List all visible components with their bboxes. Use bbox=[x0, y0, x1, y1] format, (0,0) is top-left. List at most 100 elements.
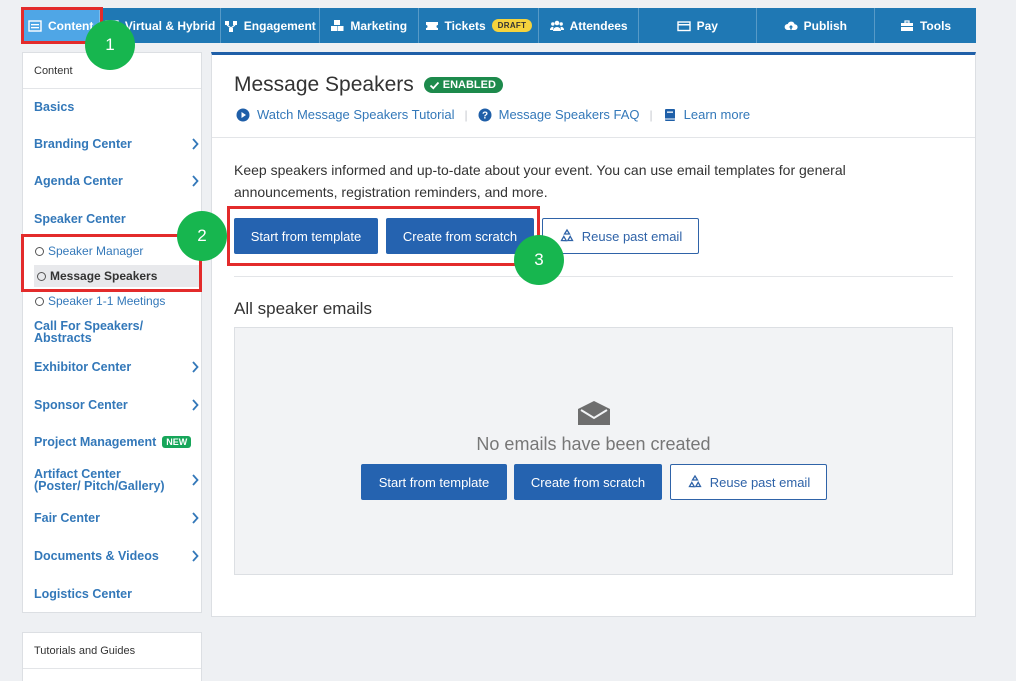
tutorial-link[interactable]: Watch Message Speakers Tutorial bbox=[236, 107, 455, 122]
nav-content-label: Content bbox=[48, 18, 94, 33]
sidebar-item-label: Artifact Center (Poster/ Pitch/Gallery) bbox=[34, 467, 165, 493]
svg-text:?: ? bbox=[482, 110, 488, 121]
faq-link-label: Message Speakers FAQ bbox=[498, 107, 640, 122]
sidebar-item-label: Branding Center bbox=[34, 137, 132, 151]
sidebar-item-exhibitor-center[interactable]: Exhibitor Center bbox=[34, 360, 199, 374]
learn-more-link[interactable]: Learn more bbox=[663, 107, 750, 122]
book-icon bbox=[664, 108, 675, 121]
sidebar-item-label: Basics bbox=[34, 100, 75, 114]
tutorial-link-label: Watch Message Speakers Tutorial bbox=[257, 107, 455, 122]
question-circle-icon: ? bbox=[478, 108, 492, 121]
status-badge: ENABLED bbox=[423, 77, 503, 93]
sidebar-item-agenda-center[interactable]: Agenda Center bbox=[34, 174, 199, 188]
chevron-right-icon bbox=[192, 512, 199, 524]
sidebar-subitem-speaker-meetings[interactable]: Speaker 1-1 Meetings bbox=[35, 294, 165, 308]
nav-attendees-label: Attendees bbox=[569, 18, 628, 33]
draft-badge: DRAFT bbox=[491, 19, 533, 32]
sidebar-item-logistics-center[interactable]: Logistics Center bbox=[34, 587, 199, 601]
annotation-marker-1: 1 bbox=[85, 20, 135, 70]
card-icon bbox=[676, 20, 691, 31]
circle-icon bbox=[35, 246, 44, 256]
nav-tools-label: Tools bbox=[919, 18, 952, 33]
faq-link[interactable]: ? Message Speakers FAQ bbox=[478, 107, 640, 122]
sidebar-item-sponsor-center[interactable]: Sponsor Center bbox=[34, 398, 199, 412]
sidebar-item-label: Sponsor Center bbox=[34, 398, 128, 412]
sidebar-item-fair-center[interactable]: Fair Center bbox=[34, 511, 199, 525]
nav-engagement-label: Engagement bbox=[243, 18, 316, 33]
sidebar-item-label: Agenda Center bbox=[34, 174, 123, 188]
learn-more-link-label: Learn more bbox=[683, 107, 751, 122]
button-label: Create from scratch bbox=[402, 228, 518, 244]
sidebar-subitem-speaker-manager[interactable]: Speaker Manager bbox=[35, 244, 143, 258]
sidebar-header[interactable]: Tutorials and Guides bbox=[23, 633, 201, 669]
sidebar-subitem-label: Message Speakers bbox=[50, 269, 158, 283]
toolbox-icon bbox=[900, 19, 913, 31]
button-label: Create from scratch bbox=[530, 474, 646, 490]
sidebar-subitem-label: Speaker Manager bbox=[48, 244, 144, 258]
page-title-text: Message Speakers bbox=[234, 73, 414, 96]
sidebar-item-label: Call For Speakers/ Abstracts bbox=[34, 319, 144, 345]
section-divider bbox=[234, 276, 953, 277]
chevron-right-icon bbox=[192, 175, 199, 187]
recycle-icon bbox=[688, 474, 702, 488]
empty-state: No emails have been created Start from t… bbox=[234, 327, 953, 575]
recycle-icon bbox=[560, 228, 574, 242]
sidebar-subitem-label: Speaker 1-1 Meetings bbox=[48, 294, 166, 308]
sidebar-item-basics[interactable]: Basics bbox=[34, 100, 199, 114]
tutorials-sidebar: Tutorials and Guides bbox=[22, 632, 202, 681]
cubes-icon bbox=[331, 19, 344, 31]
header-divider bbox=[212, 137, 975, 138]
nav-virtual-hybrid-label: Virtual & Hybrid bbox=[124, 18, 216, 33]
nav-publish[interactable]: Publish bbox=[757, 8, 876, 43]
nav-tools[interactable]: Tools bbox=[875, 8, 976, 43]
create-from-scratch-button[interactable]: Create from scratch bbox=[386, 218, 534, 254]
chevron-right-icon bbox=[192, 361, 199, 373]
nav-pay[interactable]: Pay bbox=[639, 8, 757, 43]
content-sidebar: Content Basics Branding Center Agenda Ce… bbox=[22, 52, 202, 613]
ticket-icon bbox=[425, 21, 438, 30]
top-navigation: Content Virtual & Hybrid Engagement Mark… bbox=[22, 8, 976, 43]
sidebar-item-branding-center[interactable]: Branding Center bbox=[34, 137, 199, 151]
chevron-right-icon bbox=[192, 550, 199, 562]
nav-engagement[interactable]: Engagement bbox=[221, 8, 320, 43]
page-description: Keep speakers informed and up-to-date ab… bbox=[234, 162, 846, 200]
chevron-right-icon bbox=[192, 399, 199, 411]
network-icon bbox=[224, 20, 237, 32]
main-panel: Message Speakers ENABLED Watch Message S… bbox=[211, 52, 976, 617]
empty-start-from-template-button[interactable]: Start from template bbox=[361, 464, 507, 500]
button-label: Start from template bbox=[250, 228, 362, 244]
sidebar-item-label: Documents & Videos bbox=[34, 549, 159, 563]
sidebar-item-call-for-speakers[interactable]: Call For Speakers/ Abstracts bbox=[34, 319, 144, 345]
new-badge: NEW bbox=[162, 436, 192, 448]
empty-create-from-scratch-button[interactable]: Create from scratch bbox=[514, 464, 662, 500]
start-from-template-button[interactable]: Start from template bbox=[234, 218, 378, 254]
sidebar-item-documents-videos[interactable]: Documents & Videos bbox=[34, 549, 199, 563]
sidebar-item-project-management[interactable]: Project Management NEW bbox=[34, 435, 199, 449]
envelope-icon bbox=[578, 401, 610, 425]
button-label: Reuse past email bbox=[709, 474, 811, 490]
users-icon bbox=[549, 20, 564, 31]
nav-tickets-label: Tickets bbox=[444, 18, 486, 33]
sidebar-item-label: Logistics Center bbox=[34, 587, 132, 601]
chevron-right-icon bbox=[192, 138, 199, 150]
sidebar-item-speaker-center[interactable]: Speaker Center bbox=[34, 212, 199, 226]
reuse-past-email-button[interactable]: Reuse past email bbox=[542, 218, 699, 254]
nav-attendees[interactable]: Attendees bbox=[539, 8, 640, 43]
nav-marketing[interactable]: Marketing bbox=[320, 8, 419, 43]
sidebar-item-label: Exhibitor Center bbox=[34, 360, 132, 374]
chevron-right-icon bbox=[192, 474, 199, 486]
sidebar-item-artifact-center[interactable]: Artifact Center (Poster/ Pitch/Gallery) bbox=[34, 468, 199, 492]
play-circle-icon bbox=[236, 108, 250, 121]
section-title: All speaker emails bbox=[234, 299, 372, 318]
sidebar-item-label: Project Management bbox=[34, 435, 157, 449]
nav-pay-label: Pay bbox=[696, 18, 718, 33]
content-icon bbox=[28, 19, 42, 32]
empty-state-text: No emails have been created bbox=[476, 434, 711, 454]
annotation-marker-2: 2 bbox=[177, 211, 227, 261]
empty-reuse-past-email-button[interactable]: Reuse past email bbox=[670, 464, 827, 500]
sidebar-subitem-message-speakers[interactable]: Message Speakers bbox=[34, 265, 200, 287]
nav-tickets[interactable]: Tickets DRAFT bbox=[419, 8, 540, 43]
nav-marketing-label: Marketing bbox=[350, 18, 408, 33]
status-badge-label: ENABLED bbox=[442, 79, 496, 91]
link-separator: | bbox=[649, 107, 653, 122]
